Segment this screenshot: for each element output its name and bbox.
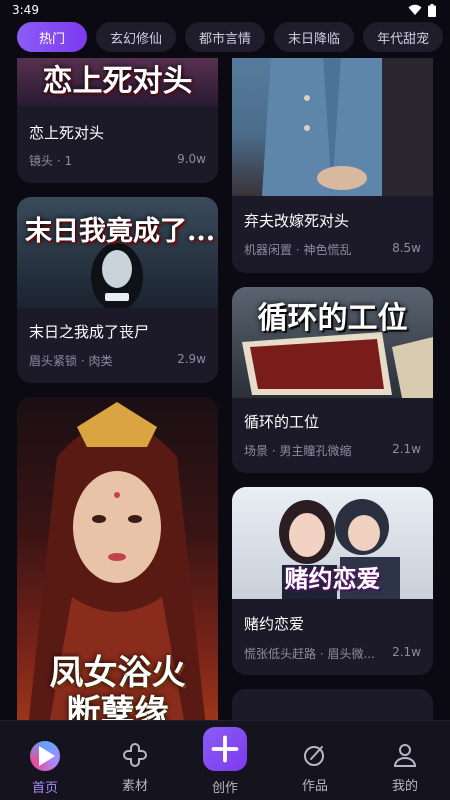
cover-illustration — [262, 58, 433, 196]
nav-mine[interactable]: 我的 — [360, 721, 450, 800]
view-count: 2.1w — [392, 645, 421, 659]
card-meta: 慌张低头赶路 · 眉头微... 2.1w — [244, 645, 421, 662]
view-count: 9.0w — [177, 152, 206, 166]
status-icons — [408, 3, 436, 17]
battery-icon — [428, 3, 436, 17]
card-title: 循环的工位 — [244, 413, 320, 431]
bottom-nav: 首页 素材 创作 作品 我的 — [0, 720, 450, 800]
card-title: 恋上死对头 — [29, 124, 105, 142]
tab-urban[interactable]: 都市言情 — [185, 22, 266, 52]
plus-icon — [203, 727, 247, 771]
nav-home-label: 首页 — [31, 781, 58, 796]
card-meta: 场景 · 男主瞳孔微缩 2.1w — [244, 442, 421, 459]
nav-works[interactable]: 作品 — [270, 721, 360, 800]
view-count: 2.9w — [177, 352, 206, 366]
cover-image — [232, 58, 433, 196]
story-card-lianshang[interactable]: 恋上死对头 恋上死对头 镜头 · 1 9.0w — [17, 58, 218, 183]
nav-home[interactable]: 首页 — [0, 721, 90, 800]
cover-image: 赌约恋爱 — [232, 487, 433, 599]
works-icon — [304, 746, 324, 766]
home-icon — [30, 741, 60, 771]
nav-material-label: 素材 — [121, 779, 148, 794]
cover-title: 末日我竟成了... — [25, 216, 216, 247]
cover-title: 恋上死对头 — [42, 64, 193, 99]
nav-works-label: 作品 — [301, 779, 328, 794]
story-card-next[interactable] — [232, 689, 433, 720]
tab-apocalypse[interactable]: 末日降临 — [274, 22, 355, 52]
cover-title: 循环的工位 — [257, 301, 408, 336]
tab-hot[interactable]: 热门 — [17, 22, 88, 52]
view-count: 2.1w — [392, 442, 421, 456]
card-meta: 眉头紧锁 · 肉类 2.9w — [29, 352, 206, 369]
card-tags: 场景 · 男主瞳孔微缩 — [244, 444, 352, 458]
cover-image: 恋上死对头 — [17, 58, 218, 106]
story-feed[interactable]: 恋上死对头 恋上死对头 镜头 · 1 9.0w 弃夫改嫁死对头 机器闲置 · 神… — [0, 58, 450, 720]
card-meta: 机器闲置 · 神色慌乱 8.5w — [244, 241, 421, 258]
view-count: 8.5w — [392, 241, 421, 255]
card-tags: 眉头紧锁 · 肉类 — [29, 354, 113, 368]
cover-title-line2: 断孽缘 — [66, 693, 169, 720]
cover-title: 赌约恋爱 — [284, 564, 381, 593]
story-card-fengnv[interactable]: 凤女浴火 断孽缘 — [17, 397, 218, 720]
nav-create-label: 创作 — [211, 781, 238, 796]
category-tabs: 热门 玄幻修仙 都市言情 末日降临 年代甜宠 — [0, 20, 450, 54]
card-tags: 慌张低头赶路 · 眉头微... — [244, 647, 375, 661]
story-card-qifu[interactable]: 弃夫改嫁死对头 机器闲置 · 神色慌乱 8.5w — [232, 58, 433, 273]
card-title: 末日之我成了丧尸 — [29, 323, 150, 341]
tab-xuanhuan[interactable]: 玄幻修仙 — [96, 22, 177, 52]
cover-image: 凤女浴火 断孽缘 — [17, 397, 218, 720]
story-card-xunhuan[interactable]: 循环的工位 循环的工位 场景 · 男主瞳孔微缩 2.1w — [232, 287, 433, 473]
material-icon — [123, 742, 147, 767]
profile-icon — [393, 744, 417, 767]
card-title: 弃夫改嫁死对头 — [244, 212, 350, 230]
status-bar: 3:49 — [0, 0, 450, 20]
story-card-moshi[interactable]: 末日我竟成了... 末日之我成了丧尸 眉头紧锁 · 肉类 2.9w — [17, 197, 218, 383]
wifi-icon — [408, 4, 422, 15]
tab-era[interactable]: 年代甜宠 — [363, 22, 444, 52]
cover-image: 末日我竟成了... — [17, 197, 218, 308]
cover-image: 循环的工位 — [232, 287, 433, 398]
nav-mine-label: 我的 — [391, 779, 418, 794]
nav-create[interactable]: 创作 — [180, 721, 270, 800]
card-title: 赌约恋爱 — [244, 615, 305, 633]
card-tags: 机器闲置 · 神色慌乱 — [244, 243, 352, 257]
story-card-duyue[interactable]: 赌约恋爱 赌约恋爱 慌张低头赶路 · 眉头微... 2.1w — [232, 487, 433, 675]
card-tags: 镜头 · 1 — [29, 154, 73, 168]
nav-material[interactable]: 素材 — [90, 721, 180, 800]
card-meta: 镜头 · 1 9.0w — [29, 152, 206, 169]
status-time: 3:49 — [12, 3, 39, 17]
